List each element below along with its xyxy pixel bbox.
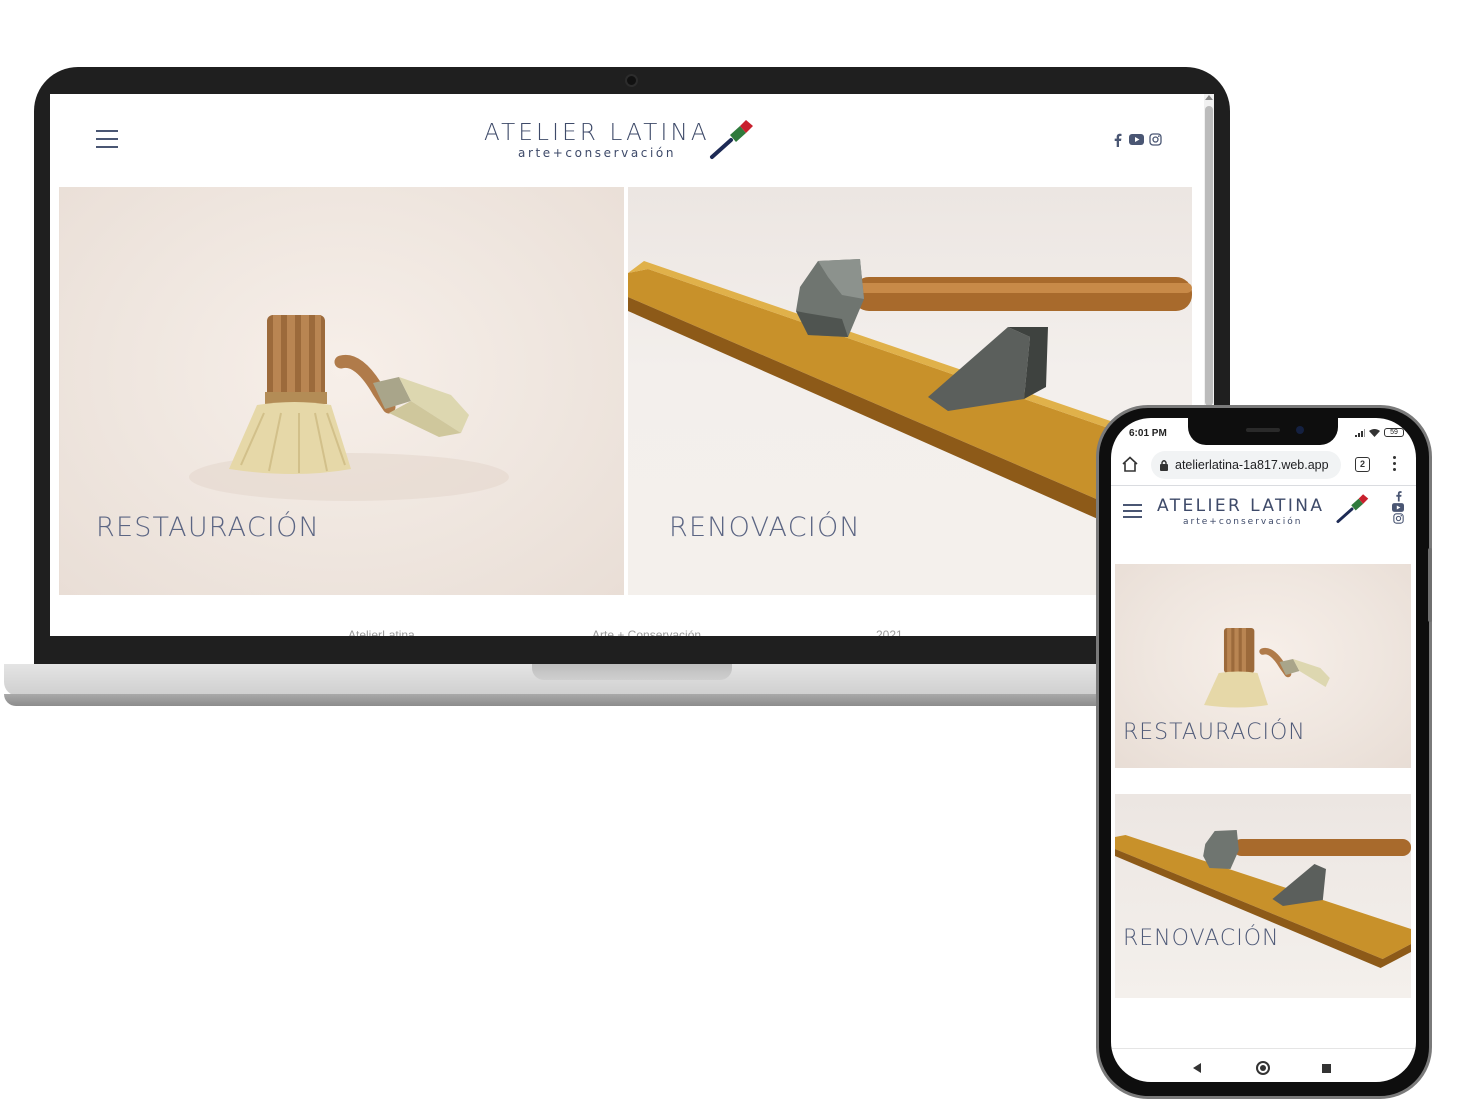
site-header: ATELIER LATINA arte+conservación	[50, 94, 1204, 187]
social-links	[1110, 132, 1163, 147]
wifi-icon	[1369, 428, 1380, 437]
lock-icon	[1160, 460, 1168, 471]
scroll-thumb[interactable]	[1205, 106, 1213, 406]
mobile-tile-restauracion[interactable]: RESTAURACIÓN	[1115, 564, 1411, 768]
status-time: 6:01 PM	[1129, 428, 1167, 439]
tile-label-restauracion: RESTAURACIÓN	[96, 512, 320, 543]
laptop-base-edge	[4, 694, 1260, 706]
more-options-icon[interactable]	[1391, 456, 1397, 474]
youtube-icon[interactable]	[1129, 132, 1144, 147]
battery-level: 59	[1390, 429, 1398, 436]
phone-screen: 6:01 PM 59 atelierlatina-1a817.web.app 2…	[1111, 418, 1416, 1082]
address-bar[interactable]: atelierlatina-1a817.web.app	[1151, 451, 1341, 479]
footer-year: 2021	[876, 628, 903, 636]
tile-label-renovacion: RENOVACIÓN	[669, 512, 861, 543]
laptop-camera	[625, 74, 638, 87]
mobile-hammer-chisel-image	[1115, 830, 1411, 968]
mobile-paintbrush-icon	[1336, 494, 1369, 524]
laptop-opening-notch	[532, 664, 732, 680]
footer-brand: AtelierLatina	[348, 628, 415, 636]
mobile-social-links	[1391, 490, 1405, 524]
logo-subtitle: arte+conservación	[518, 146, 677, 160]
mobile-site-header: ATELIER LATINA arte+conservación	[1111, 488, 1416, 548]
status-bar: 6:01 PM 59	[1111, 426, 1416, 444]
mobile-logo-subtitle: arte+conservación	[1183, 517, 1303, 527]
paintbrush-icon	[710, 120, 753, 159]
mobile-tile-label-restauracion: RESTAURACIÓN	[1123, 720, 1306, 745]
signal-icon	[1355, 428, 1365, 437]
mobile-menu-button[interactable]	[1123, 504, 1142, 518]
phone-side-button	[1428, 548, 1432, 622]
toolbar-divider	[1111, 485, 1416, 486]
recents-icon[interactable]	[1322, 1064, 1331, 1073]
instagram-icon[interactable]	[1392, 513, 1404, 524]
browser-toolbar: atelierlatina-1a817.web.app 2	[1111, 448, 1416, 482]
mobile-tile-label-renovacion: RENOVACIÓN	[1123, 926, 1280, 951]
tab-switcher-button[interactable]: 2	[1355, 457, 1370, 472]
scroll-up-arrow-icon[interactable]	[1205, 95, 1213, 100]
facebook-icon[interactable]	[1110, 132, 1125, 147]
site-logo[interactable]: ATELIER LATINA arte+conservación	[484, 118, 754, 178]
instagram-icon[interactable]	[1148, 132, 1163, 147]
youtube-icon[interactable]	[1392, 503, 1404, 512]
back-icon[interactable]	[1193, 1063, 1201, 1073]
logo-title: ATELIER LATINA	[484, 120, 710, 146]
home-icon[interactable]	[1121, 455, 1139, 473]
device-mockup-stage: ATELIER LATINA arte+conservación RESTAUR…	[0, 0, 1468, 1101]
mobile-logo-title[interactable]: ATELIER LATINA	[1157, 496, 1324, 516]
footer-tagline: Arte + Conservación	[592, 628, 702, 636]
home-nav-icon[interactable]	[1256, 1061, 1270, 1075]
laptop-screen: ATELIER LATINA arte+conservación RESTAUR…	[50, 94, 1214, 636]
status-icons: 59	[1355, 428, 1404, 437]
menu-button[interactable]	[96, 130, 118, 148]
mobile-tile-renovacion[interactable]: RENOVACIÓN	[1115, 794, 1411, 998]
address-url: atelierlatina-1a817.web.app	[1175, 458, 1329, 472]
battery-icon: 59	[1384, 428, 1404, 437]
tile-restauracion[interactable]: RESTAURACIÓN	[59, 187, 624, 595]
site-footer: AtelierLatina Arte + Conservación 2021	[50, 628, 1204, 636]
facebook-icon[interactable]	[1395, 490, 1402, 502]
android-nav-bar	[1111, 1048, 1416, 1082]
